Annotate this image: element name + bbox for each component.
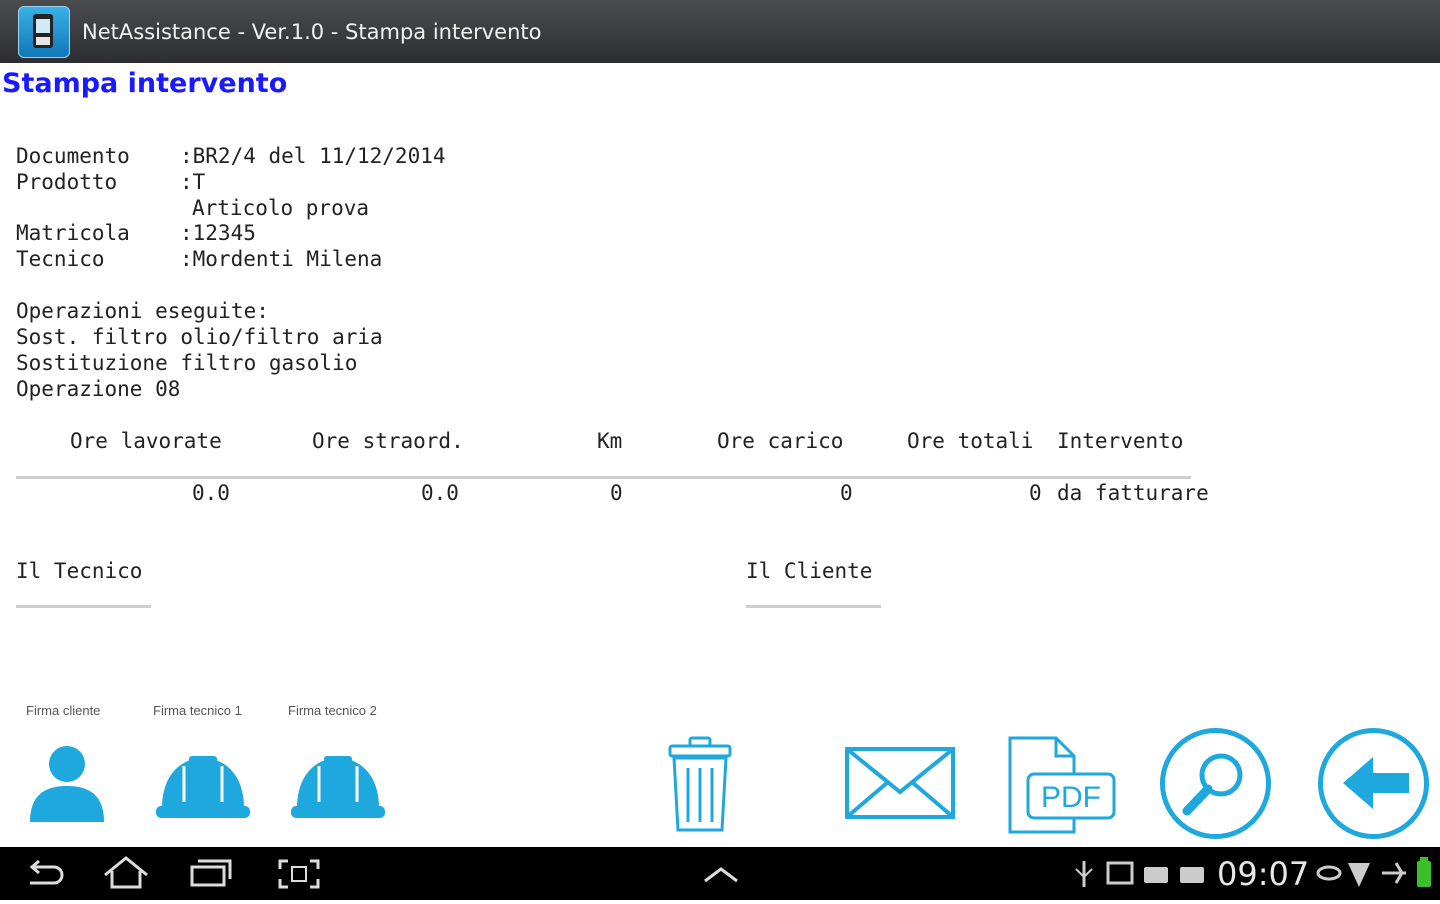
airplane-icon <box>1382 862 1406 884</box>
operations-heading: Operazioni eseguite: <box>16 299 269 323</box>
envelope-icon <box>845 747 955 819</box>
operation-item: Sostituzione filtro gasolio <box>16 351 358 375</box>
value-intervento: da fatturare <box>1057 481 1209 505</box>
app-icon <box>18 6 70 58</box>
person-icon <box>30 746 104 822</box>
image-icon <box>1106 861 1134 885</box>
back-nav-button[interactable] <box>20 847 70 900</box>
nav-expand-button[interactable] <box>700 847 742 900</box>
pdf-file-icon: PDF <box>1008 736 1116 834</box>
pdf-label: PDF <box>1041 781 1101 814</box>
screenshot-button[interactable] <box>274 847 324 900</box>
matricola-label: Matricola <box>16 221 130 245</box>
header-ore-lavorate: Ore lavorate <box>70 429 222 453</box>
signature-cliente-label: Il Cliente <box>746 559 873 583</box>
prodotto-label: Prodotto <box>16 170 118 194</box>
prodotto-description: Articolo prova <box>192 196 370 220</box>
hard-hat-icon <box>291 756 385 818</box>
wifi-icon <box>1348 863 1370 887</box>
header-ore-carico: Ore carico <box>717 429 844 453</box>
pdf-button[interactable]: PDF <box>1006 736 1116 834</box>
firma-cliente-label: Firma cliente <box>26 703 101 718</box>
tecnico-label: Tecnico <box>16 247 105 271</box>
header-km: Km <box>597 429 623 453</box>
tecnico-value: :Mordenti Milena <box>180 247 383 271</box>
app-title: NetAssistance - Ver.1.0 - Stampa interve… <box>82 20 542 44</box>
search-button[interactable] <box>1159 727 1272 840</box>
chevron-up-icon <box>704 867 738 883</box>
table-divider <box>16 476 1191 479</box>
recent-apps-button[interactable] <box>186 847 236 900</box>
header-ore-straord: Ore straord. <box>312 429 464 453</box>
hard-hat-icon <box>156 756 250 818</box>
firma-tecnico1-label: Firma tecnico 1 <box>153 703 242 718</box>
title-bar: NetAssistance - Ver.1.0 - Stampa interve… <box>0 0 1440 63</box>
page-title: Stampa intervento <box>2 68 288 99</box>
delete-button[interactable] <box>668 736 732 834</box>
nav-back-icon <box>29 859 64 885</box>
system-nav-bar: 09:07 <box>0 847 1440 900</box>
documento-label: Documento <box>16 144 130 168</box>
usb-icon <box>1075 861 1093 887</box>
matricola-value: :12345 <box>180 221 256 245</box>
signature-tecnico-label: Il Tecnico <box>16 559 143 583</box>
battery-icon <box>1417 861 1431 887</box>
firma-tecnico2-button[interactable] <box>289 752 387 820</box>
home-nav-button[interactable] <box>100 847 152 900</box>
notification-icons <box>1070 847 1210 900</box>
storage-icon <box>1144 867 1168 883</box>
recent-apps-icon <box>190 859 232 887</box>
value-km: 0 <box>610 481 623 505</box>
signature-cliente-line <box>746 605 881 608</box>
operation-item: Sost. filtro olio/filtro aria <box>16 325 383 349</box>
value-ore-totali: 0 <box>1029 481 1042 505</box>
email-button[interactable] <box>844 746 956 820</box>
arrow-left-icon <box>1318 728 1429 839</box>
search-icon <box>1160 728 1271 839</box>
value-ore-lavorate: 0.0 <box>192 481 230 505</box>
documento-value: :BR2/4 del 11/12/2014 <box>180 144 446 168</box>
status-clock: 09:07 <box>1217 855 1310 893</box>
home-icon <box>104 856 148 889</box>
prodotto-value: :T <box>180 170 206 194</box>
operation-item: Operazione 08 <box>16 377 181 401</box>
header-intervento: Intervento <box>1057 429 1184 453</box>
trash-icon <box>668 736 732 832</box>
header-ore-totali: Ore totali <box>907 429 1034 453</box>
eye-icon <box>1316 865 1342 881</box>
value-ore-straord: 0.0 <box>421 481 459 505</box>
screenshot-icon <box>278 859 320 889</box>
firma-cliente-button[interactable] <box>26 742 108 824</box>
firma-tecnico1-button[interactable] <box>154 752 252 820</box>
status-icons <box>1314 847 1440 900</box>
storage-icon <box>1180 867 1204 883</box>
signature-tecnico-line <box>16 605 151 608</box>
value-ore-carico: 0 <box>840 481 853 505</box>
back-button[interactable] <box>1317 727 1430 840</box>
firma-tecnico2-label: Firma tecnico 2 <box>288 703 377 718</box>
